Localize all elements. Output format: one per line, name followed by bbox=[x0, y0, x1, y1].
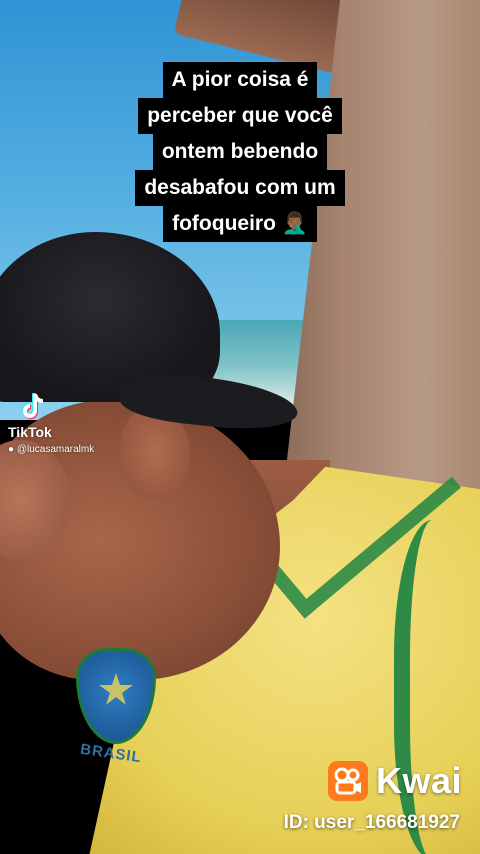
tiktok-username: ● @lucasamaralmk bbox=[8, 444, 128, 455]
caption-line-1: A pior coisa é bbox=[162, 62, 318, 98]
caption-line-4: desabafou com um bbox=[135, 170, 345, 206]
tiktok-logo-icon bbox=[20, 392, 48, 422]
kwai-watermark: Kwai bbox=[327, 760, 462, 802]
kwai-brand-label: Kwai bbox=[375, 760, 462, 801]
caption-line-3: ontem bebendo bbox=[152, 134, 328, 170]
caption-line-2: perceber que você bbox=[138, 98, 342, 134]
tiktok-username-text: @lucasamaralmk bbox=[16, 444, 95, 455]
tiktok-watermark: TikTok ● @lucasamaralmk bbox=[8, 392, 128, 455]
user-icon: ● bbox=[8, 444, 15, 455]
kwai-user-id: ID: user_166681927 bbox=[283, 812, 460, 833]
caption-overlay: A pior coisa é perceber que você ontem b… bbox=[0, 62, 480, 242]
kwai-logo-icon bbox=[327, 761, 368, 801]
jersey-sleeve-trim bbox=[394, 520, 480, 854]
tiktok-brand-label: TikTok bbox=[8, 424, 52, 440]
cbf-badge-icon bbox=[76, 648, 156, 744]
caption-line-5: fofoqueiro 🤦🏾‍♂️ bbox=[163, 206, 317, 242]
